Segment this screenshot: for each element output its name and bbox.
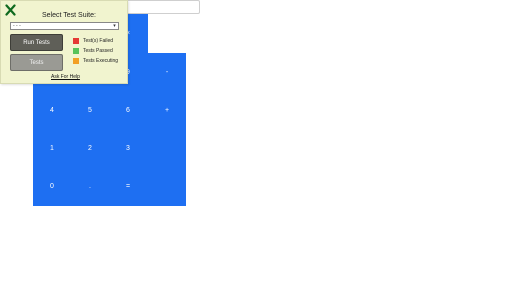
suite-label: Select Test Suite: (42, 12, 96, 19)
executing-swatch-icon (73, 57, 79, 64)
ask-for-help-link[interactable]: Ask For Help (51, 74, 80, 80)
legend-failed: Test(s) Failed (73, 37, 113, 44)
close-icon[interactable] (5, 3, 16, 16)
calc-key-decimal[interactable]: . (71, 167, 109, 205)
calc-key-6[interactable]: 6 (109, 91, 147, 129)
calc-key-equals[interactable]: = (109, 167, 147, 205)
calc-key-plus[interactable]: + (148, 91, 186, 129)
legend-executing-label: Tests Executing (83, 57, 119, 64)
calc-key-2[interactable]: 2 (71, 129, 109, 167)
chevron-down-icon: ▾ (113, 23, 116, 29)
suite-select[interactable]: - - - ▾ (10, 22, 119, 30)
tests-button[interactable]: Tests (10, 54, 63, 71)
calc-key-5[interactable]: 5 (71, 91, 109, 129)
calc-key-minus[interactable]: - (148, 53, 186, 91)
calc-key-4[interactable]: 4 (33, 91, 71, 129)
test-runner-panel: Select Test Suite: - - - ▾ Run Tests Tes… (0, 0, 128, 84)
calc-key-0[interactable]: 0 (33, 167, 71, 205)
legend-failed-label: Test(s) Failed (83, 37, 114, 44)
legend-executing: Tests Executing (73, 57, 118, 64)
run-tests-button[interactable]: Run Tests (10, 34, 63, 51)
calc-key-3[interactable]: 3 (109, 129, 147, 167)
failed-swatch-icon (73, 37, 79, 44)
legend-passed: Tests Passed (73, 47, 113, 54)
passed-swatch-icon (73, 47, 79, 54)
legend-passed-label: Tests Passed (83, 47, 113, 54)
calc-key-1[interactable]: 1 (33, 129, 71, 167)
suite-select-value: - - - (13, 23, 21, 29)
